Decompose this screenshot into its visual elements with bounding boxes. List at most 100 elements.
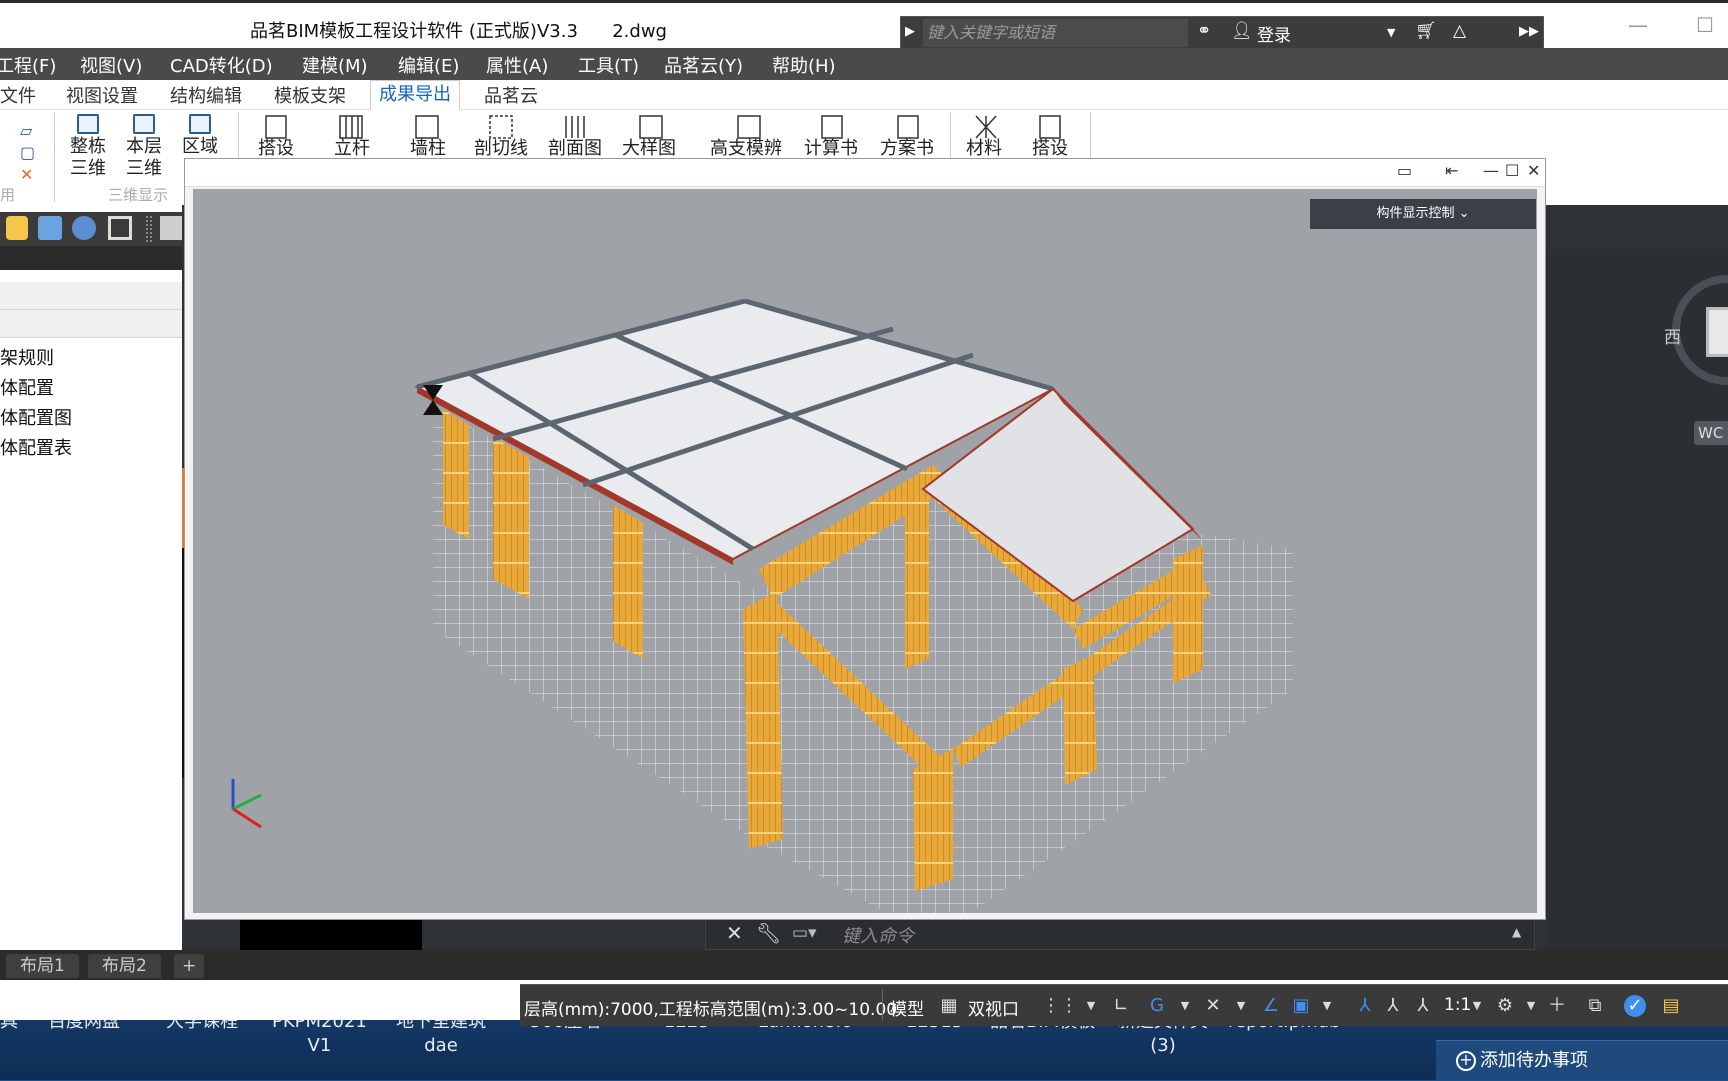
add-layout-button[interactable]: + [174, 954, 205, 978]
gear-icon[interactable] [72, 216, 96, 240]
snap-grid-icon[interactable]: ⋮⋮ [1042, 995, 1078, 1017]
tree-item[interactable]: 架规则 [0, 344, 54, 370]
cad-right-area: 西 WC [1546, 255, 1728, 950]
grid-icon[interactable]: ▦ [938, 995, 960, 1017]
menu-edit[interactable]: 编辑(E) [398, 52, 459, 78]
wcs-button[interactable]: WC [1694, 421, 1728, 445]
menu-model[interactable]: 建模(M) [302, 52, 368, 78]
annotation-visibility-icon[interactable]: ⅄ [1382, 995, 1404, 1017]
help-icon[interactable]: △ [1453, 21, 1466, 41]
bulb-icon[interactable] [6, 216, 28, 240]
title-bar: 品茗BIM模板工程设计软件 (正式版)V3.3 2.dwg ▶ 键入关键字或短语… [0, 0, 1728, 50]
tab-structure-edit[interactable]: 结构编辑 [170, 82, 242, 108]
customize-icon[interactable]: ▤ [1660, 995, 1682, 1017]
status-bar: 层高(mm):7000,工程标高范围(m):3.00~10.00 模型 ▦ 双视… [520, 984, 1728, 1026]
tab-results-export[interactable]: 成果导出 [370, 80, 460, 110]
menu-cloud[interactable]: 品茗云(Y) [664, 52, 743, 78]
workspace-icon[interactable]: ⧉ [1584, 995, 1606, 1017]
angle-icon[interactable]: ∠ [1260, 995, 1282, 1017]
annotation-icon[interactable]: ⅄ [1354, 995, 1376, 1017]
brush-icon[interactable] [160, 216, 182, 240]
viewcube-face[interactable] [1706, 307, 1728, 357]
window-title: 品茗BIM模板工程设计软件 (正式版)V3.3 2.dwg [250, 21, 667, 42]
pin-icon[interactable]: ⇤ [1445, 161, 1458, 180]
search-input[interactable]: 键入关键字或短语 [923, 19, 1188, 47]
dropdown-icon[interactable]: ▼ [1316, 995, 1338, 1017]
osnap-icon[interactable]: ✕ [1202, 995, 1224, 1017]
close-button[interactable]: ✕ [1527, 161, 1540, 180]
ortho-icon[interactable]: ∟ [1110, 995, 1132, 1017]
tree-item[interactable]: 体配置 [0, 374, 54, 400]
tab-layout2[interactable]: 布局2 [88, 954, 161, 978]
building-model [231, 298, 1293, 913]
command-input[interactable]: 键入命令 [842, 922, 914, 948]
grip-icon [146, 216, 152, 242]
tab-file[interactable]: 文件 [0, 82, 36, 108]
plus-icon[interactable]: ＋ [1546, 995, 1568, 1017]
overflow-icon[interactable]: ▶▶ [1519, 24, 1539, 39]
prompt-icon[interactable]: ▭▾ [792, 923, 817, 943]
menu-project[interactable]: 工程(F) [0, 52, 56, 78]
dropdown-icon[interactable]: ▼ [1520, 995, 1542, 1017]
level-info: 层高(mm):7000,工程标高范围(m):3.00~10.00 [524, 1000, 898, 1020]
menu-tools[interactable]: 工具(T) [578, 52, 639, 78]
dropdown-icon[interactable]: ▼ [1174, 995, 1196, 1017]
group-label: 用 [0, 186, 16, 204]
maximize-button[interactable]: ☐ [1696, 13, 1714, 37]
dropdown-icon[interactable]: ▼ [1230, 995, 1252, 1017]
compass-west-label: 西 [1664, 328, 1681, 348]
left-toolbar [0, 212, 182, 246]
app-window: 品茗BIM模板工程设计软件 (正式版)V3.3 2.dwg ▶ 键入关键字或短语… [0, 0, 1728, 1026]
wrench-icon[interactable]: 🔧︎ [756, 921, 781, 945]
login-button[interactable]: 登录 [1257, 21, 1291, 46]
isolate-icon[interactable]: ✓ [1624, 995, 1646, 1017]
object-snap-icon[interactable]: ▣ [1290, 995, 1312, 1017]
frame-icon[interactable] [108, 216, 132, 240]
dropdown-arrow-icon[interactable]: ▼ [1387, 26, 1395, 39]
tab-view-settings[interactable]: 视图设置 [66, 82, 138, 108]
menu-view[interactable]: 视图(V) [80, 52, 142, 78]
menu-help[interactable]: 帮助(H) [772, 52, 836, 78]
history-arrow-icon[interactable]: ▲ [1512, 925, 1521, 939]
menu-bar: 工程(F) 视图(V) CAD转化(D) 建模(M) 编辑(E) 属性(A) 工… [0, 48, 1728, 80]
cube-icon[interactable] [38, 216, 62, 240]
viewer-titlebar: ▭ ⇤ — ☐ ✕ [185, 159, 1545, 187]
group-label: 三维显示 [108, 186, 169, 204]
panel-row [0, 282, 182, 310]
gear-icon[interactable]: ⚙ [1494, 995, 1516, 1017]
polar-icon[interactable]: G [1146, 995, 1168, 1017]
cad-black-strip [240, 920, 422, 950]
dropdown-icon[interactable]: ▼ [1080, 995, 1102, 1017]
menu-cad-convert[interactable]: CAD转化(D) [170, 52, 273, 78]
3d-viewer-window: ▭ ⇤ — ☐ ✕ 构件显示控制 ⌄ [184, 158, 1546, 920]
panel-header [0, 246, 182, 270]
ribbon-tabs: 文件 视图设置 结构编辑 模板支架 成果导出 品茗云 [0, 80, 1728, 110]
user-icon[interactable]: 👤︎ [1231, 21, 1253, 41]
command-line: ✕ 🔧︎ ▭▾ 键入命令 ▲ [705, 918, 1535, 950]
menu-property[interactable]: 属性(A) [486, 52, 548, 78]
tree-item[interactable]: 体配置表 [0, 434, 72, 460]
tab-formwork-support[interactable]: 模板支架 [274, 82, 346, 108]
minimize-button[interactable]: — [1628, 13, 1648, 37]
maximize-button[interactable]: ☐ [1505, 161, 1519, 180]
dual-viewport-button[interactable]: 双视口 [968, 995, 1019, 1020]
panel-row [0, 310, 182, 338]
plus-icon: + [1456, 1051, 1476, 1071]
add-todo-button[interactable]: + 添加待办事项 [1436, 1040, 1728, 1080]
layout-tab-bar: 布局1 布局2 + [0, 950, 1728, 980]
tab-cloud[interactable]: 品茗云 [484, 82, 538, 108]
cart-icon[interactable]: 🛒︎ [1415, 21, 1437, 41]
expand-arrow-icon[interactable]: ▶ [905, 24, 915, 39]
model-space-button[interactable]: 模型 [890, 995, 924, 1020]
search-toolbar: ▶ 键入关键字或短语 ⚭ 👤︎ 登录 ▼ 🛒︎ △ ▶▶ [900, 16, 1544, 50]
annotation-scale-icon[interactable]: ⅄ [1412, 995, 1434, 1017]
tab-layout1[interactable]: 布局1 [6, 954, 79, 978]
minimize-button[interactable]: — [1483, 161, 1499, 180]
binoculars-icon[interactable]: ⚭ [1197, 21, 1211, 41]
tree-item[interactable]: 体配置图 [0, 404, 72, 430]
dropdown-icon[interactable]: ▼ [1466, 995, 1488, 1017]
snapshot-icon[interactable]: ▭ [1397, 161, 1412, 180]
3d-scene[interactable]: 构件显示控制 ⌄ [193, 189, 1537, 913]
close-icon[interactable]: ✕ [726, 921, 743, 945]
ribbon-export-icons [265, 115, 1061, 139]
